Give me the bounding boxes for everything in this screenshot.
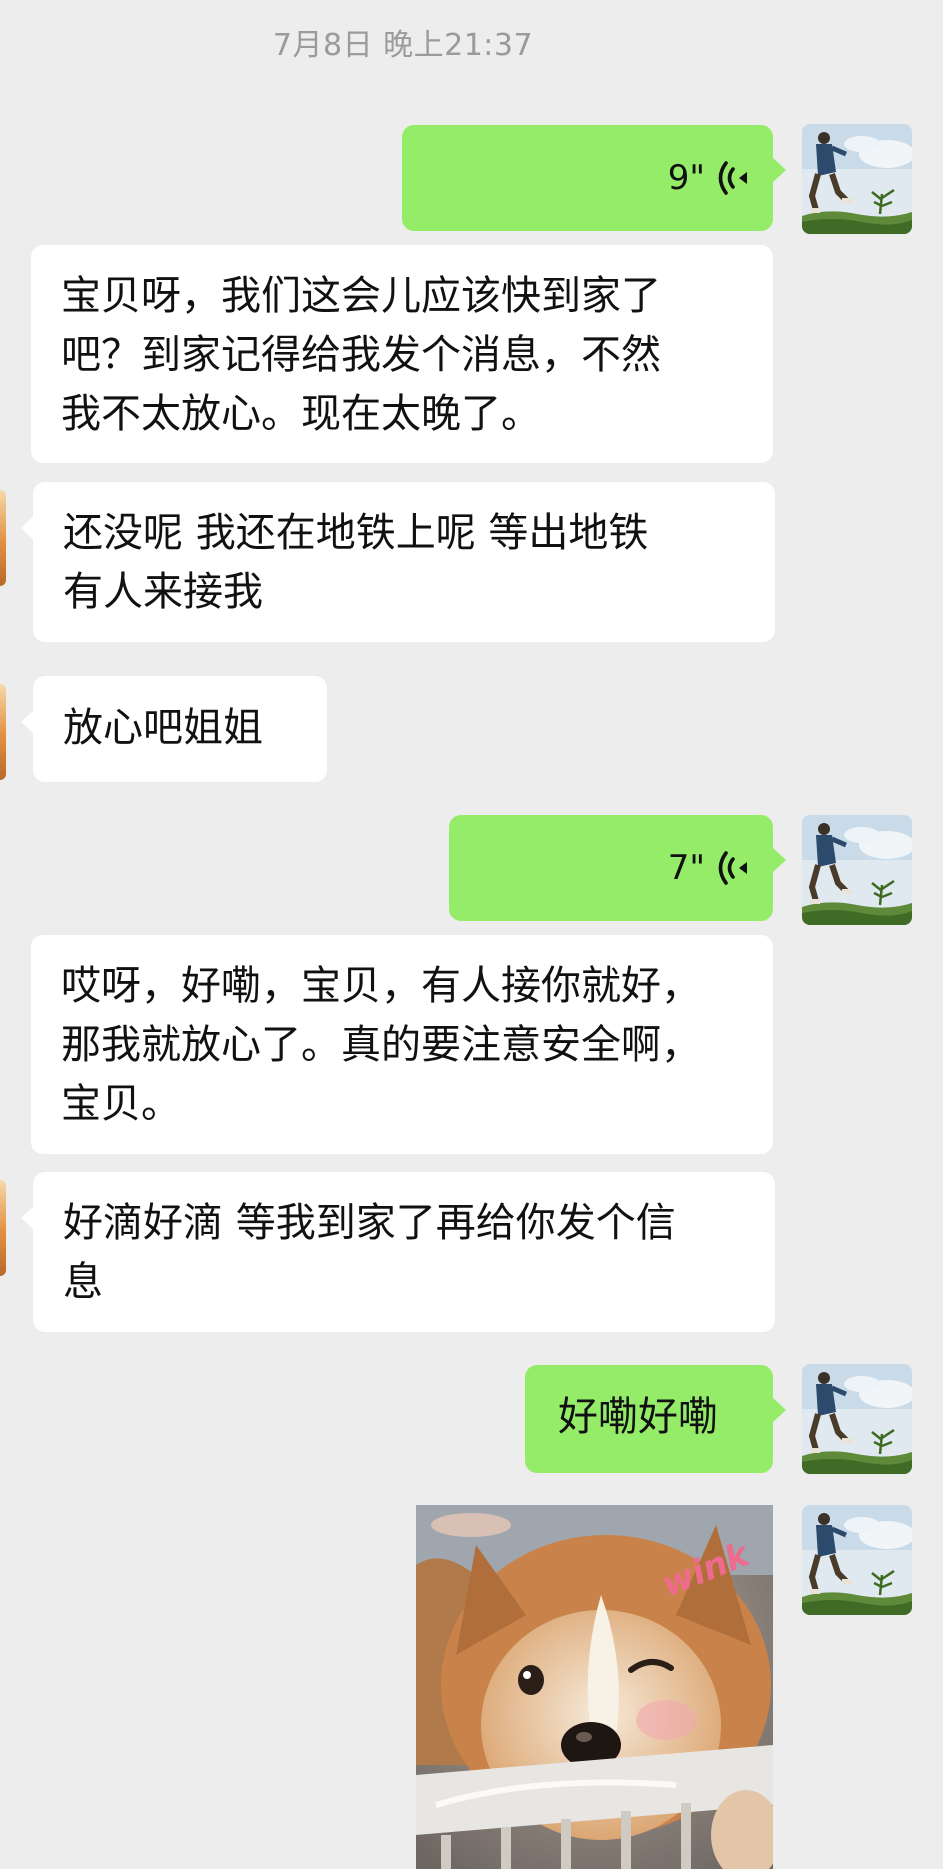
avatar[interactable]	[802, 1364, 912, 1474]
avatar[interactable]	[0, 684, 6, 780]
message-line: 好滴好滴 等我到家了再给你发个信	[63, 1200, 676, 1246]
voice-wave-icon	[715, 158, 751, 198]
message-line: 还没呢 我还在地铁上呢 等出地铁	[63, 510, 649, 556]
text-message-bubble[interactable]: 放心吧姐姐	[21, 676, 327, 782]
voice-duration: 7"	[667, 847, 705, 888]
chat-window: 7月8日 晚上21:37 9" 宝贝呀，我们这会儿应该快到家了 吧？到家记得给我…	[0, 0, 943, 1869]
avatar[interactable]	[802, 124, 912, 234]
text-message-bubble[interactable]: 好滴好滴 等我到家了再给你发个信 息	[21, 1172, 775, 1332]
avatar[interactable]	[0, 1180, 6, 1276]
voice-duration: 9"	[667, 157, 705, 198]
message-line: 吧？到家记得给我发个消息，不然	[61, 332, 661, 378]
message-line: 宝贝。	[61, 1081, 181, 1127]
message-line: 那我就放心了。真的要注意安全啊，	[61, 1022, 701, 1068]
voice-wave-icon	[715, 848, 751, 888]
avatar[interactable]	[802, 1505, 912, 1615]
message-line: 好嘞好嘞	[558, 1394, 718, 1440]
avatar[interactable]	[802, 815, 912, 925]
message-line: 放心吧姐姐	[63, 705, 263, 751]
text-message-bubble[interactable]: 还没呢 我还在地铁上呢 等出地铁 有人来接我	[21, 482, 775, 642]
message-line: 哎呀，好嘞，宝贝，有人接你就好，	[61, 963, 701, 1009]
message-line: 宝贝呀，我们这会儿应该快到家了	[61, 273, 661, 319]
voice-message-bubble[interactable]: 9"	[402, 125, 786, 231]
chat-timestamp: 7月8日 晚上21:37	[272, 28, 534, 63]
message-line: 我不太放心。现在太晚了。	[61, 391, 541, 437]
message-line: 有人来接我	[63, 569, 263, 615]
text-message-bubble[interactable]: 哎呀，好嘞，宝贝，有人接你就好， 那我就放心了。真的要注意安全啊， 宝贝。	[31, 935, 773, 1154]
text-message-bubble[interactable]: 宝贝呀，我们这会儿应该快到家了 吧？到家记得给我发个消息，不然 我不太放心。现在…	[31, 245, 773, 463]
voice-message-bubble[interactable]: 7"	[449, 815, 786, 921]
message-line: 息	[63, 1259, 103, 1305]
dog-sticker-image[interactable]: wink	[416, 1505, 773, 1869]
text-message-bubble[interactable]: 好嘞好嘞	[525, 1365, 786, 1473]
avatar[interactable]	[0, 490, 6, 586]
